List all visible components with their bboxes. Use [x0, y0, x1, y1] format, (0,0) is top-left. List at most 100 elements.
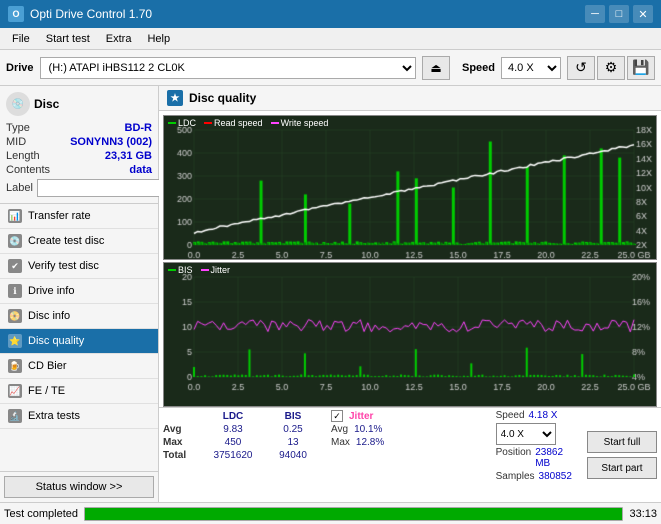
max-ldc-val: 450 [203, 436, 263, 449]
disc-quality-header-icon: ★ [167, 90, 183, 106]
fe-te-icon: 📈 [8, 384, 22, 398]
drive-select[interactable]: (H:) ATAPI iHBS112 2 CL0K [40, 57, 416, 79]
total-bis-val: 94040 [263, 449, 323, 462]
sidebar-item-transfer-rate[interactable]: 📊 Transfer rate [0, 204, 158, 229]
disc-panel-icon: 💿 [6, 92, 30, 116]
avg-label: Avg [163, 423, 203, 436]
avg-bis-val: 0.25 [263, 423, 323, 436]
menu-help[interactable]: Help [139, 31, 178, 47]
disc-quality-title: Disc quality [189, 91, 256, 105]
start-part-button[interactable]: Start part [587, 457, 657, 479]
disc-contents-val: data [129, 164, 152, 176]
disc-length-key: Length [6, 150, 40, 162]
stats-table: LDC BIS Avg 9.83 0.25 Max 450 13 Total [163, 410, 323, 462]
top-chart: LDC Read speed Write speed [163, 115, 657, 260]
stats-area: LDC BIS Avg 9.83 0.25 Max 450 13 Total [159, 407, 661, 502]
drive-bar: Drive (H:) ATAPI iHBS112 2 CL0K ⏏ Speed … [0, 50, 661, 86]
main-content: 💿 Disc Type BD-R MID SONYNN3 (002) Lengt… [0, 86, 661, 502]
title-bar: O Opti Drive Control 1.70 ─ □ ✕ [0, 0, 661, 28]
sidebar-item-verify-test-disc[interactable]: ✔ Verify test disc [0, 254, 158, 279]
samples-key: Samples [496, 471, 535, 482]
total-label: Total [163, 449, 203, 462]
status-time: 33:13 [629, 508, 657, 520]
disc-label-key: Label [6, 182, 33, 194]
eject-button[interactable]: ⏏ [422, 56, 450, 80]
jitter-avg-label: Avg [331, 424, 348, 435]
disc-contents-key: Contents [6, 164, 50, 176]
speed-info: Speed 4.18 X 4.0 X Position 23862 MB Sam… [496, 410, 579, 482]
jitter-avg-val: 10.1% [354, 424, 382, 435]
sidebar-item-create-test-disc[interactable]: 💿 Create test disc [0, 229, 158, 254]
create-test-disc-icon: 💿 [8, 234, 22, 248]
verify-test-disc-icon: ✔ [8, 259, 22, 273]
total-ldc-val: 3751620 [203, 449, 263, 462]
menu-file[interactable]: File [4, 31, 38, 47]
sidebar: 💿 Disc Type BD-R MID SONYNN3 (002) Lengt… [0, 86, 159, 502]
max-label: Max [163, 436, 203, 449]
jitter-max-val: 12.8% [356, 437, 384, 448]
save-button[interactable]: 💾 [627, 56, 655, 80]
samples-val: 380852 [539, 471, 572, 482]
disc-panel-title: Disc [34, 97, 59, 111]
speed-val: 4.18 X [529, 410, 558, 421]
settings-button[interactable]: ⚙ [597, 56, 625, 80]
nav-items: 📊 Transfer rate 💿 Create test disc ✔ Ver… [0, 204, 158, 429]
sidebar-item-disc-quality[interactable]: ⭐ Disc quality [0, 329, 158, 354]
speed-select[interactable]: 4.0 X 1.0 X 2.0 X 6.0 X 8.0 X [501, 57, 561, 79]
ldc-header: LDC [203, 410, 263, 423]
progress-fill [85, 508, 622, 520]
status-bar: Test completed 33:13 [0, 502, 661, 524]
jitter-checkbox[interactable]: ✓ [331, 410, 343, 422]
disc-panel: 💿 Disc Type BD-R MID SONYNN3 (002) Lengt… [0, 86, 158, 204]
bis-header: BIS [263, 410, 323, 423]
disc-type-val: BD-R [125, 122, 153, 134]
charts-area: LDC Read speed Write speed BIS Jitter [159, 111, 661, 407]
drive-info-icon: ℹ [8, 284, 22, 298]
disc-quality-header: ★ Disc quality [159, 86, 661, 111]
close-button[interactable]: ✕ [633, 5, 653, 23]
status-text: Test completed [4, 508, 78, 520]
transfer-rate-icon: 📊 [8, 209, 22, 223]
progress-bar [84, 507, 623, 521]
stats-speed-select[interactable]: 4.0 X [496, 423, 556, 445]
bottom-chart: BIS Jitter [163, 262, 657, 407]
minimize-button[interactable]: ─ [585, 5, 605, 23]
position-val: 23862 MB [535, 447, 579, 469]
sidebar-item-extra-tests[interactable]: 🔬 Extra tests [0, 404, 158, 429]
disc-info-icon: 📀 [8, 309, 22, 323]
drive-label: Drive [6, 62, 34, 74]
cd-bier-icon: 🍺 [8, 359, 22, 373]
jitter-section: ✓ Jitter Avg 10.1% Max 12.8% [331, 410, 488, 448]
menu-extra[interactable]: Extra [98, 31, 140, 47]
action-buttons: Start full Start part [587, 431, 657, 479]
sidebar-item-fe-te[interactable]: 📈 FE / TE [0, 379, 158, 404]
refresh-button[interactable]: ↺ [567, 56, 595, 80]
disc-label-input[interactable] [37, 179, 171, 197]
jitter-label: Jitter [349, 411, 373, 422]
sidebar-item-cd-bier[interactable]: 🍺 CD Bier [0, 354, 158, 379]
speed-key: Speed [496, 410, 525, 421]
menu-start-test[interactable]: Start test [38, 31, 98, 47]
disc-type-key: Type [6, 122, 30, 134]
right-panel: ★ Disc quality LDC Read speed Write spee… [159, 86, 661, 502]
speed-label: Speed [462, 62, 495, 74]
app-title: Opti Drive Control 1.70 [30, 7, 152, 21]
sidebar-item-drive-info[interactable]: ℹ Drive info [0, 279, 158, 304]
max-bis-val: 13 [263, 436, 323, 449]
status-window-button[interactable]: Status window >> [4, 476, 154, 498]
disc-mid-val: SONYNN3 (002) [70, 136, 152, 148]
disc-quality-icon: ⭐ [8, 334, 22, 348]
disc-length-val: 23,31 GB [105, 150, 152, 162]
app-icon: O [8, 6, 24, 22]
jitter-max-label: Max [331, 437, 350, 448]
maximize-button[interactable]: □ [609, 5, 629, 23]
sidebar-item-disc-info[interactable]: 📀 Disc info [0, 304, 158, 329]
disc-mid-key: MID [6, 136, 26, 148]
bottom-chart-legend: BIS Jitter [168, 265, 230, 275]
top-chart-legend: LDC Read speed Write speed [168, 118, 328, 128]
menu-bar: File Start test Extra Help [0, 28, 661, 50]
avg-ldc-val: 9.83 [203, 423, 263, 436]
position-key: Position [496, 447, 532, 469]
extra-tests-icon: 🔬 [8, 409, 22, 423]
start-full-button[interactable]: Start full [587, 431, 657, 453]
